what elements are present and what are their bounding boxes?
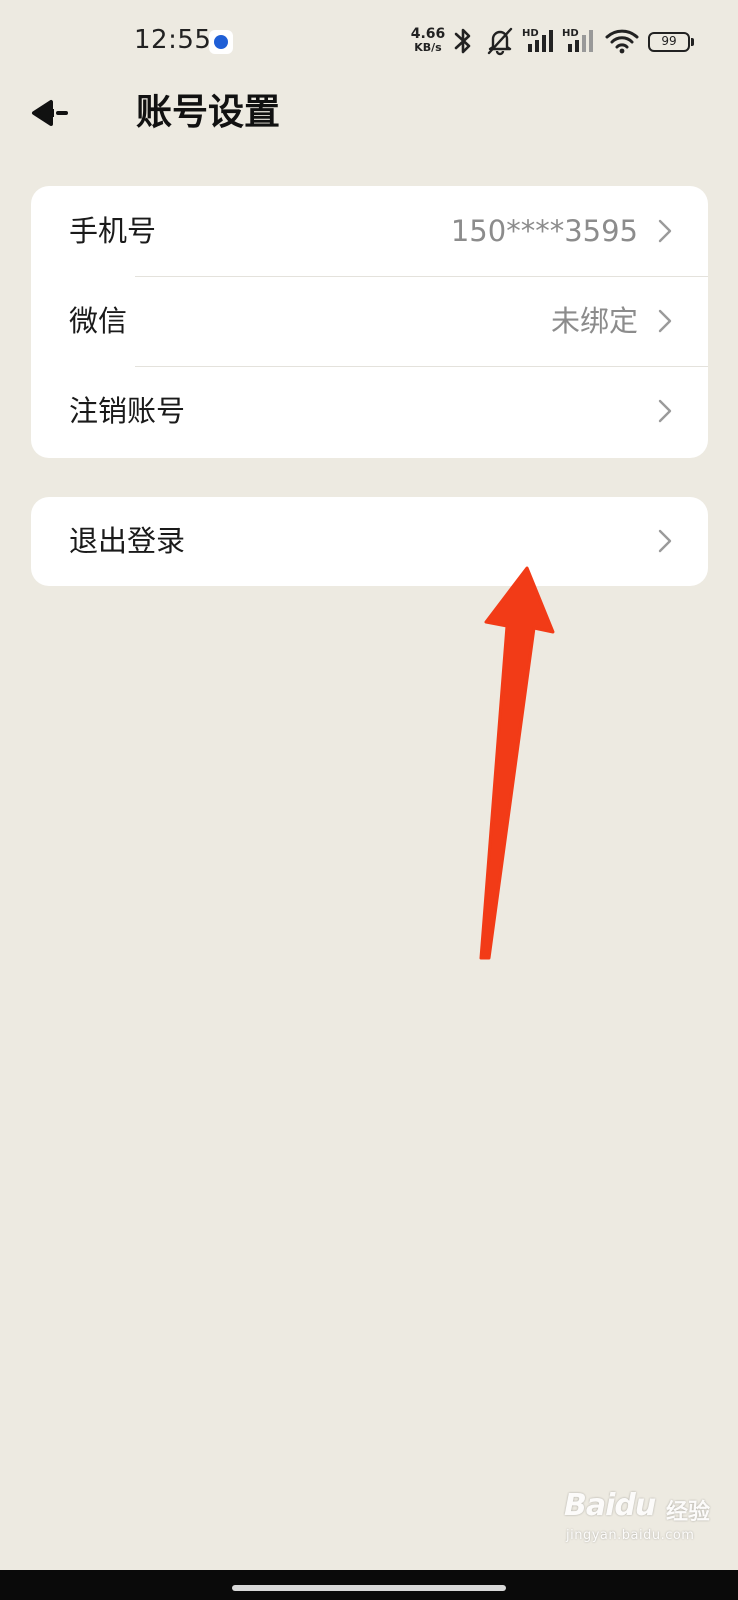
system-navigation-bar [0, 1570, 738, 1600]
phone-number-value: 150****3595 [450, 214, 638, 248]
watermark-url: jingyan.baidu.com [566, 1528, 695, 1543]
back-button[interactable] [26, 88, 86, 138]
cell-signal-icon: HD [522, 28, 553, 52]
logout-label: 退出登录 [69, 524, 186, 558]
cell-signal-icon: HD [562, 28, 593, 52]
wechat-bind-status: 未绑定 [550, 304, 638, 338]
app-notification-icon [209, 30, 233, 54]
back-arrow-icon [32, 100, 68, 126]
watermark-brand-du: du [614, 1488, 656, 1523]
bluetooth-icon [454, 28, 471, 54]
phone-number-label: 手机号 [69, 214, 157, 248]
watermark-jingyan: 经验 [666, 1500, 711, 1525]
bell-muted-icon [487, 27, 513, 56]
phone-number-row[interactable]: 手机号 150****3595 [31, 186, 708, 276]
wechat-label: 微信 [69, 304, 128, 338]
page-title: 账号设置 [136, 92, 281, 133]
watermark-brand-bai: Bai [564, 1488, 615, 1523]
network-speed: 4.66 KB/s [408, 26, 448, 54]
logout-card: 退出登录 [31, 497, 708, 586]
delete-account-row[interactable]: 注销账号 [31, 366, 708, 456]
status-time: 12:55 [134, 25, 212, 55]
baidu-jingyan-watermark: Baidu 经验 jingyan.baidu.com [560, 1488, 710, 1548]
battery-icon: 99 [648, 32, 694, 52]
svg-text:HD: HD [522, 28, 539, 39]
svg-text:HD: HD [562, 28, 579, 39]
wifi-icon [605, 29, 639, 54]
status-bar: 12:55 4.66 KB/s HD HD 99 [0, 0, 738, 86]
chevron-right-icon [658, 219, 672, 243]
wechat-row[interactable]: 微信 未绑定 [31, 276, 708, 366]
network-speed-unit: KB/s [414, 41, 442, 54]
chevron-right-icon [658, 399, 672, 423]
logout-row[interactable]: 退出登录 [31, 497, 708, 586]
home-indicator[interactable] [232, 1585, 506, 1591]
watermark-brand: Baidu [564, 1488, 656, 1523]
account-settings-card: 手机号 150****3595 微信 未绑定 注销账号 [31, 186, 708, 458]
network-speed-value: 4.66 [410, 26, 446, 42]
chevron-right-icon [658, 309, 672, 333]
delete-account-label: 注销账号 [69, 394, 186, 428]
chevron-right-icon [658, 529, 672, 553]
